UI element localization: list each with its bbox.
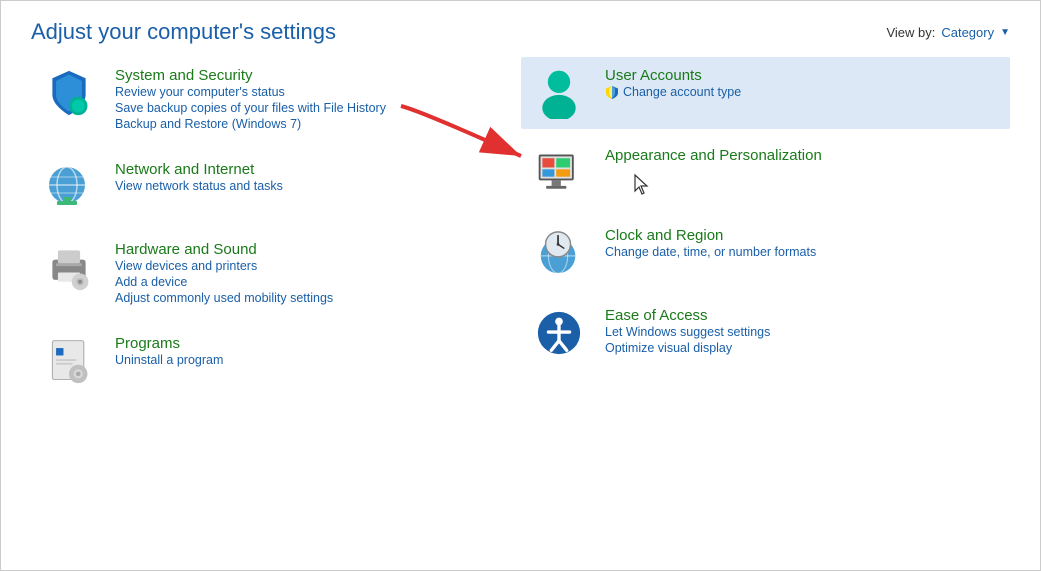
- view-by-label: View by:: [886, 25, 935, 40]
- clock-icon: [535, 229, 583, 277]
- user-accounts-icon: [533, 67, 585, 119]
- right-panel: User Accounts Change account type: [511, 57, 1020, 405]
- link-mobility-settings[interactable]: Adjust commonly used mobility settings: [115, 291, 493, 305]
- view-by-dropdown[interactable]: Category: [941, 25, 994, 40]
- category-programs: Programs Uninstall a program: [31, 325, 501, 397]
- category-user-accounts: User Accounts Change account type: [521, 57, 1010, 129]
- hardware-text: Hardware and Sound View devices and prin…: [115, 241, 493, 307]
- link-change-account-type[interactable]: Change account type: [605, 85, 1002, 99]
- link-backup-restore[interactable]: Backup and Restore (Windows 7): [115, 117, 493, 131]
- main-content: System and Security Review your computer…: [1, 57, 1040, 405]
- icon-security-container: [39, 67, 99, 119]
- appearance-icon: [535, 149, 583, 197]
- ease-text: Ease of Access Let Windows suggest setti…: [605, 307, 1002, 357]
- hardware-icon: [45, 243, 93, 291]
- left-panel: System and Security Review your computer…: [21, 57, 511, 405]
- link-backup-files[interactable]: Save backup copies of your files with Fi…: [115, 101, 493, 115]
- ease-of-access-icon: [535, 309, 583, 357]
- category-appearance: Appearance and Personalization: [521, 137, 1010, 209]
- programs-text: Programs Uninstall a program: [115, 335, 493, 369]
- category-system-security: System and Security Review your computer…: [31, 57, 501, 143]
- appearance-text: Appearance and Personalization: [605, 147, 1002, 165]
- network-icon: [45, 163, 93, 211]
- icon-ease-container: [529, 307, 589, 359]
- uac-shield-icon: [605, 85, 619, 99]
- programs-icon: [45, 337, 93, 385]
- icon-programs-container: [39, 335, 99, 387]
- icon-hardware-container: [39, 241, 99, 293]
- network-title[interactable]: Network and Internet: [115, 161, 254, 178]
- link-suggest-settings[interactable]: Let Windows suggest settings: [605, 325, 1002, 339]
- category-hardware: Hardware and Sound View devices and prin…: [31, 231, 501, 317]
- icon-clock-container: [529, 227, 589, 279]
- category-network: Network and Internet View network status…: [31, 151, 501, 223]
- link-review-status[interactable]: Review your computer's status: [115, 85, 493, 99]
- icon-users-container: [529, 67, 589, 119]
- system-security-title[interactable]: System and Security: [115, 67, 253, 84]
- view-by-control: View by: Category ▼: [886, 25, 1010, 40]
- link-visual-display[interactable]: Optimize visual display: [605, 341, 1002, 355]
- appearance-title[interactable]: Appearance and Personalization: [605, 147, 822, 164]
- link-date-time[interactable]: Change date, time, or number formats: [605, 245, 1002, 259]
- category-ease: Ease of Access Let Windows suggest setti…: [521, 297, 1010, 369]
- network-text: Network and Internet View network status…: [115, 161, 493, 195]
- ease-title[interactable]: Ease of Access: [605, 307, 708, 324]
- icon-network-container: [39, 161, 99, 213]
- system-security-text: System and Security Review your computer…: [115, 67, 493, 133]
- security-icon: [45, 69, 93, 117]
- category-clock: Clock and Region Change date, time, or n…: [521, 217, 1010, 289]
- icon-appearance-container: [529, 147, 589, 199]
- hardware-title[interactable]: Hardware and Sound: [115, 241, 257, 258]
- link-devices-printers[interactable]: View devices and printers: [115, 259, 493, 273]
- programs-title[interactable]: Programs: [115, 335, 180, 352]
- user-accounts-title[interactable]: User Accounts: [605, 67, 702, 84]
- page-title: Adjust your computer's settings: [31, 19, 336, 45]
- chevron-down-icon: ▼: [1000, 27, 1010, 38]
- link-add-device[interactable]: Add a device: [115, 275, 493, 289]
- clock-text: Clock and Region Change date, time, or n…: [605, 227, 1002, 261]
- clock-title[interactable]: Clock and Region: [605, 227, 723, 244]
- user-accounts-text: User Accounts Change account type: [605, 67, 1002, 101]
- header: Adjust your computer's settings View by:…: [1, 1, 1040, 57]
- link-uninstall-program[interactable]: Uninstall a program: [115, 353, 493, 367]
- link-network-status[interactable]: View network status and tasks: [115, 179, 493, 193]
